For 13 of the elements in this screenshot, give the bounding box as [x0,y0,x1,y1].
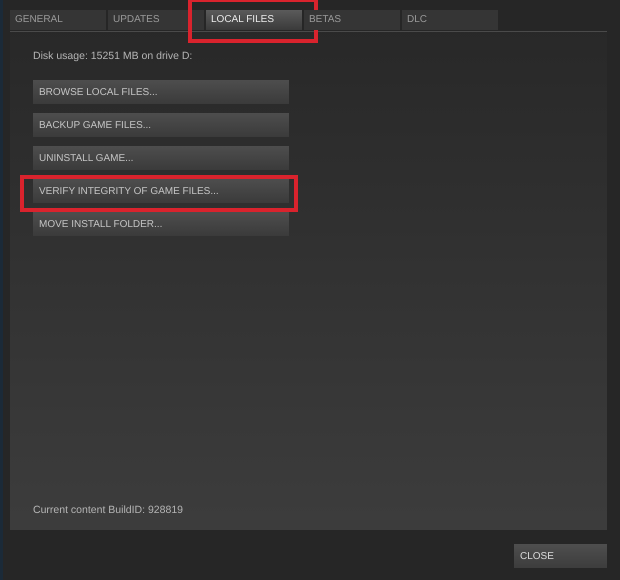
tab[interactable]: GENERAL [10,10,106,30]
action-button[interactable]: BACKUP GAME FILES... [33,113,289,137]
action-button[interactable]: MOVE INSTALL FOLDER... [33,212,289,236]
disk-usage-text: Disk usage: 15251 MB on drive D: [33,50,194,62]
tab[interactable]: DLC [402,10,498,30]
action-button[interactable]: UNINSTALL GAME... [33,146,289,170]
build-id-text: Current content BuildID: 928819 [33,504,184,516]
action-button[interactable]: BROWSE LOCAL FILES... [33,80,289,104]
tab[interactable]: UPDATES [108,10,204,30]
tab[interactable]: LOCAL FILES [206,10,302,30]
close-button[interactable]: CLOSE [514,544,607,568]
action-button[interactable]: VERIFY INTEGRITY OF GAME FILES... [33,179,289,203]
tab[interactable]: BETAS [304,10,400,30]
